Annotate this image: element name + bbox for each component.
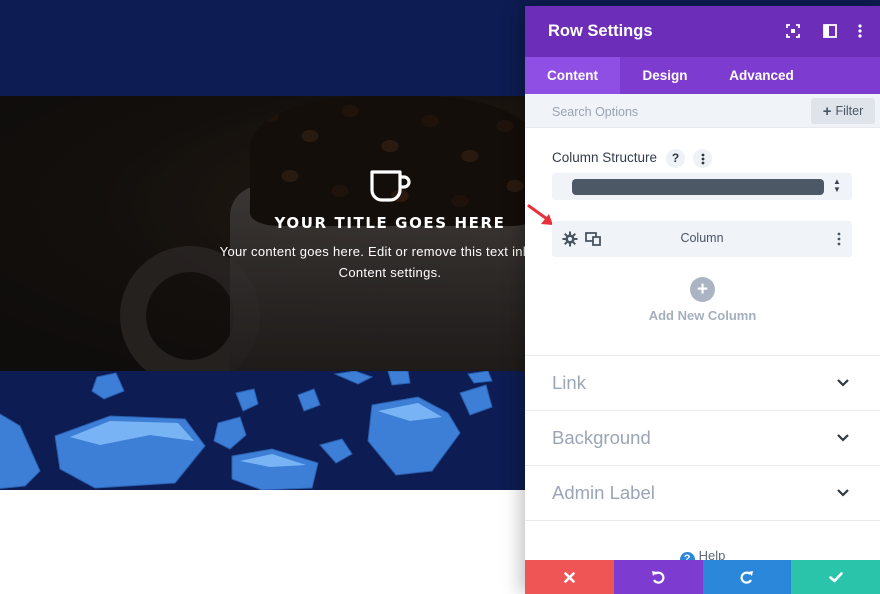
more-vertical-icon[interactable] [850, 21, 870, 41]
add-column-button[interactable]: + [690, 277, 715, 302]
modal-header[interactable]: Row Settings [525, 6, 880, 57]
chevron-down-icon [837, 379, 849, 387]
add-column: + Add New Column [525, 277, 880, 323]
tab-design[interactable]: Design [620, 57, 710, 94]
column-item[interactable]: Column [552, 221, 852, 257]
settings-tabs: Content Design Advanced [525, 57, 880, 94]
toggle-background-label: Background [552, 427, 651, 448]
column-structure-label: Column Structure [552, 150, 658, 165]
filter-label: Filter [835, 104, 864, 118]
redo-icon [740, 571, 753, 584]
row-settings-modal: Row Settings Content Design Advanced +Fi… [525, 6, 880, 594]
cancel-button[interactable] [525, 560, 614, 594]
add-column-label[interactable]: Add New Column [525, 308, 880, 323]
undo-icon [652, 571, 665, 584]
toggle-admin-label[interactable]: Admin Label [525, 465, 880, 520]
chevron-down-icon [837, 434, 849, 442]
save-button[interactable] [791, 560, 880, 594]
close-icon [564, 571, 575, 583]
help-question-icon[interactable]: ? [666, 149, 685, 168]
toggle-link-label: Link [552, 372, 586, 393]
tab-content[interactable]: Content [525, 57, 620, 94]
modal-title: Row Settings [548, 22, 653, 40]
column-label: Column [680, 231, 724, 245]
column-structure-select[interactable]: ▲ ▼ [552, 173, 852, 200]
split-view-icon[interactable] [820, 21, 840, 41]
search-options-input[interactable] [552, 103, 802, 121]
column-structure-more-icon[interactable] [693, 149, 712, 168]
chevron-down-icon [837, 489, 849, 497]
blurb-body-line-2: Content settings. [338, 265, 442, 280]
toggle-admin-label-label: Admin Label [552, 482, 655, 503]
redo-button[interactable] [702, 560, 792, 594]
blurb-body-line-1: Your content goes here. Edit or remove t… [219, 244, 561, 259]
column-structure-preview [572, 179, 824, 195]
plus-icon: + [822, 103, 832, 120]
search-bar: +Filter [525, 94, 880, 128]
toggle-link[interactable]: Link [525, 355, 880, 410]
column-more-icon[interactable] [835, 231, 843, 247]
filter-button[interactable]: + Filter [811, 98, 875, 124]
tab-advanced[interactable]: Advanced [710, 57, 813, 94]
toggle-background[interactable]: Background [525, 410, 880, 465]
fullscreen-icon[interactable] [783, 21, 803, 41]
coffee-cup-icon [370, 170, 411, 202]
undo-button[interactable] [613, 560, 703, 594]
modal-footer [525, 560, 880, 594]
select-arrows-icon: ▲ ▼ [833, 177, 841, 194]
checkmark-icon [828, 571, 843, 582]
